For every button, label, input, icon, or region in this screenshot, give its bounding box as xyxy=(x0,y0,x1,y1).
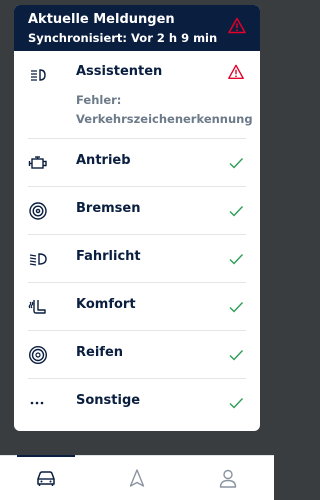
seat-heating-icon xyxy=(28,300,46,314)
list-item-bremsen[interactable]: Bremsen xyxy=(28,187,246,235)
item-label: Assistenten xyxy=(76,64,163,79)
navigation-tab[interactable] xyxy=(126,467,148,489)
check-icon xyxy=(229,206,244,217)
list-item-sonstige[interactable]: Sonstige xyxy=(28,379,246,427)
engine-icon xyxy=(28,156,47,169)
car-icon xyxy=(37,471,55,486)
check-icon xyxy=(229,158,244,169)
list-item-komfort[interactable]: Komfort xyxy=(28,283,246,331)
check-icon xyxy=(229,254,244,265)
error-label: Fehler: xyxy=(76,93,122,107)
item-label: Sonstige xyxy=(76,393,141,408)
profile-tab[interactable] xyxy=(217,467,239,489)
sync-status: Synchronisiert: Vor 2 h 9 min xyxy=(28,31,218,45)
item-label: Antrieb xyxy=(76,153,131,168)
check-icon xyxy=(229,398,244,409)
card-header: Aktuelle Meldungen Synchronisiert: Vor 2… xyxy=(14,5,260,51)
driver-assist-icon xyxy=(31,69,46,81)
tire-icon xyxy=(28,345,48,365)
item-label: Reifen xyxy=(76,345,124,360)
check-icon xyxy=(229,350,244,361)
status-card: Aktuelle Meldungen Synchronisiert: Vor 2… xyxy=(14,5,260,431)
warning-triangle-icon xyxy=(228,17,246,34)
error-detail: Verkehrszeichenerkennung xyxy=(76,112,253,126)
item-label: Bremsen xyxy=(76,201,141,216)
bottom-navigation xyxy=(0,455,274,500)
item-label: Fahrlicht xyxy=(76,249,141,264)
car-tab[interactable] xyxy=(17,455,75,489)
more-icon xyxy=(30,401,44,405)
list-item-reifen[interactable]: Reifen xyxy=(28,331,246,379)
list-item-antrieb[interactable]: Antrieb xyxy=(28,139,246,187)
list-item-fahrlicht[interactable]: Fahrlicht xyxy=(28,235,246,283)
item-label: Komfort xyxy=(76,297,136,312)
user-icon xyxy=(219,469,237,488)
navigation-arrow-icon xyxy=(129,469,145,487)
check-icon xyxy=(229,302,244,313)
error-message: Fehler: Verkehrszeichenerkennung xyxy=(76,91,253,129)
list-item-assistenten[interactable]: Assistenten Fehler: Verkehrszeichenerken… xyxy=(28,51,253,139)
headlight-icon xyxy=(29,253,47,266)
warning-triangle-icon xyxy=(228,64,244,79)
card-title: Aktuelle Meldungen xyxy=(28,12,175,27)
brake-icon xyxy=(29,202,47,220)
